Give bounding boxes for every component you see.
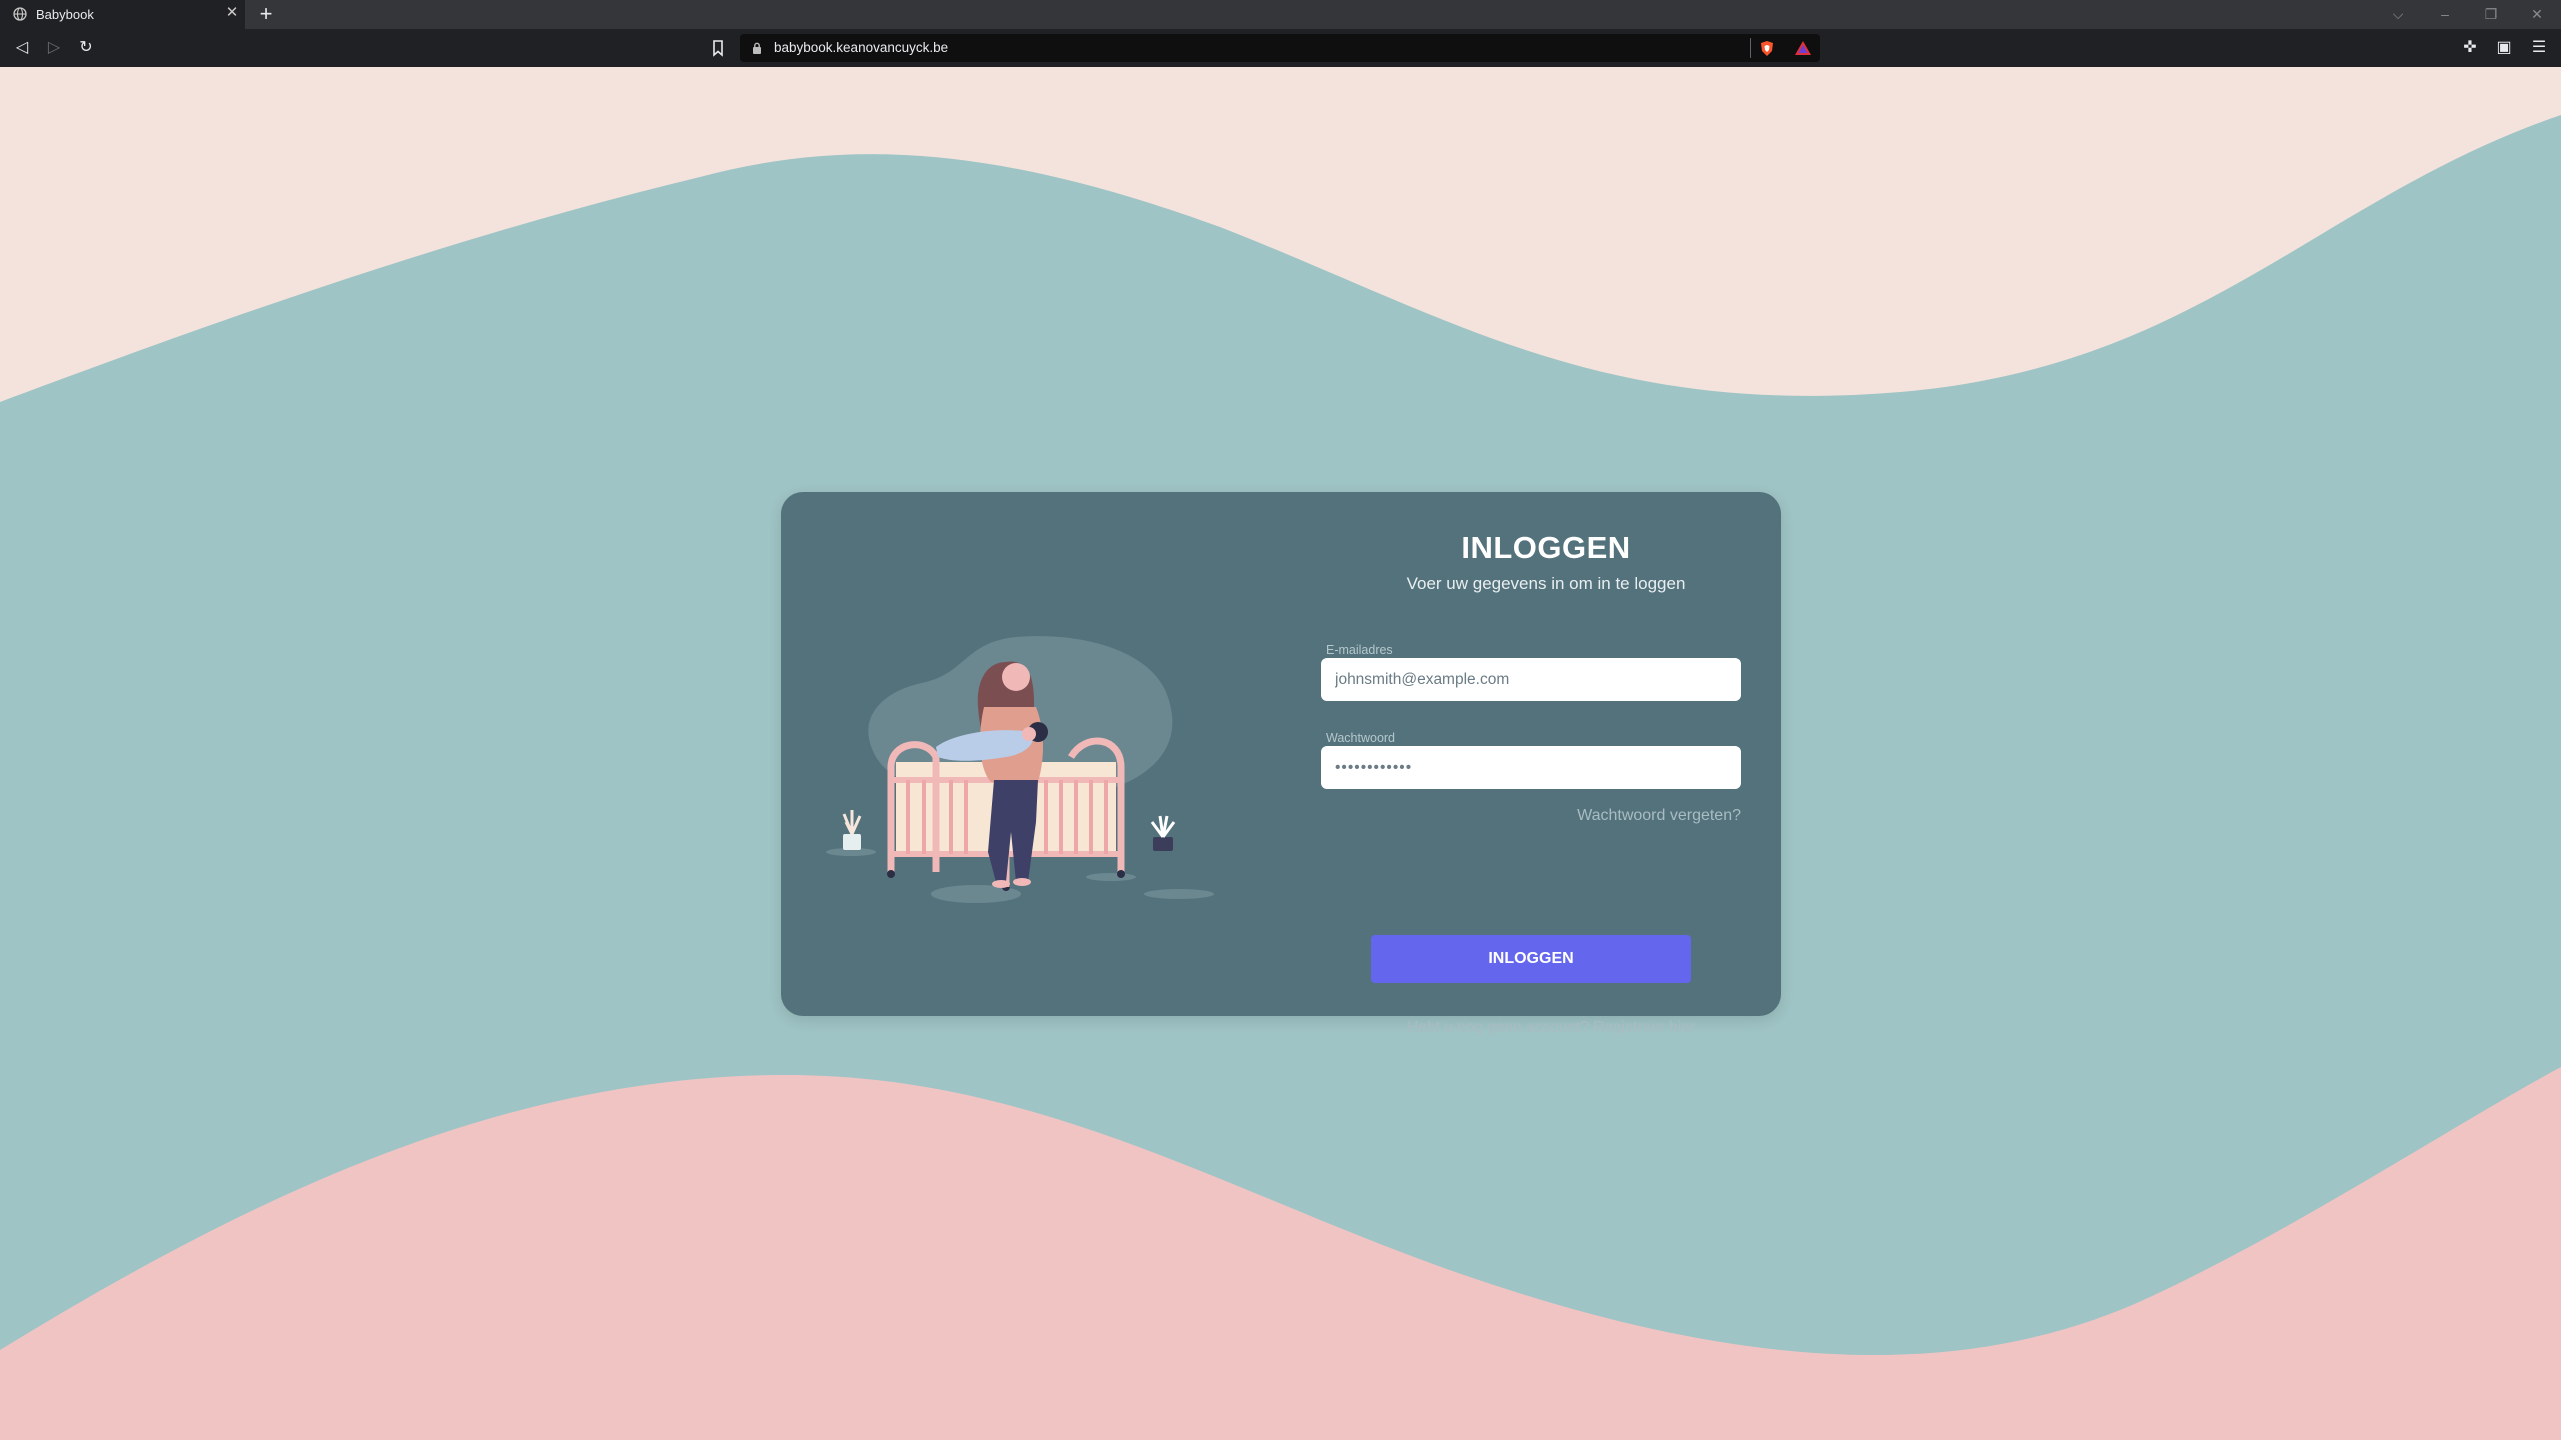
page-viewport: INLOGGEN Voer uw gegevens in om in te lo… — [0, 67, 2561, 1440]
login-button[interactable]: INLOGGEN — [1371, 935, 1691, 983]
register-prompt: Hebt u nog geen account? — [1407, 1019, 1589, 1036]
new-tab-button[interactable]: + — [255, 3, 277, 25]
password-label: Wachtwoord — [1326, 731, 1396, 745]
browser-tab[interactable]: Babybook ✕ — [0, 0, 245, 29]
restore-icon[interactable]: ❐ — [2481, 4, 2501, 24]
globe-icon — [13, 7, 27, 21]
register-line: Hebt u nog geen account? Registreer hier — [1301, 1019, 1801, 1037]
mother-crib-illustration — [826, 636, 1214, 903]
login-card: INLOGGEN Voer uw gegevens in om in te lo… — [781, 492, 1781, 1036]
login-subtitle: Voer uw gegevens in om in te loggen — [1406, 574, 1686, 593]
email-label: E-mailadres — [1326, 643, 1393, 657]
tab-search-icon[interactable]: ⌵ — [2388, 4, 2408, 24]
register-link[interactable]: Registreer hier — [1593, 1019, 1695, 1036]
menu-icon[interactable]: ☰ — [2529, 38, 2549, 58]
url-text: babybook.keanovancuyck.be — [774, 40, 949, 55]
password-field[interactable] — [1321, 746, 1741, 789]
tab-title: Babybook — [36, 7, 94, 22]
lock-icon — [753, 42, 761, 54]
browser-toolbar: ◁ ▷ ↻ babybook.keanovancuyck.be ✜ ▣ ☰ — [0, 29, 2561, 67]
login-title: INLOGGEN — [1461, 530, 1631, 565]
extensions-icon[interactable]: ✜ — [2460, 38, 2480, 58]
brave-rewards-icon[interactable] — [1794, 40, 1812, 56]
email-field[interactable] — [1321, 658, 1741, 701]
address-bar[interactable]: babybook.keanovancuyck.be — [740, 34, 1820, 62]
close-icon[interactable]: ✕ — [2527, 4, 2547, 24]
omnibox-divider — [1750, 38, 1751, 58]
forward-icon[interactable]: ▷ — [44, 38, 64, 58]
tab-close-icon[interactable]: ✕ — [224, 5, 240, 21]
wallet-icon[interactable]: ▣ — [2494, 38, 2514, 58]
back-icon[interactable]: ◁ — [12, 38, 32, 58]
tab-strip: Babybook ✕ + ⌵ – ❐ ✕ — [0, 0, 2561, 29]
minimize-icon[interactable]: – — [2435, 4, 2455, 24]
reload-icon[interactable]: ↻ — [76, 38, 96, 58]
brave-shield-icon[interactable] — [1759, 40, 1775, 57]
forgot-password-link[interactable]: Wachtwoord vergeten? — [1541, 807, 1741, 825]
bookmark-icon[interactable] — [710, 39, 726, 57]
